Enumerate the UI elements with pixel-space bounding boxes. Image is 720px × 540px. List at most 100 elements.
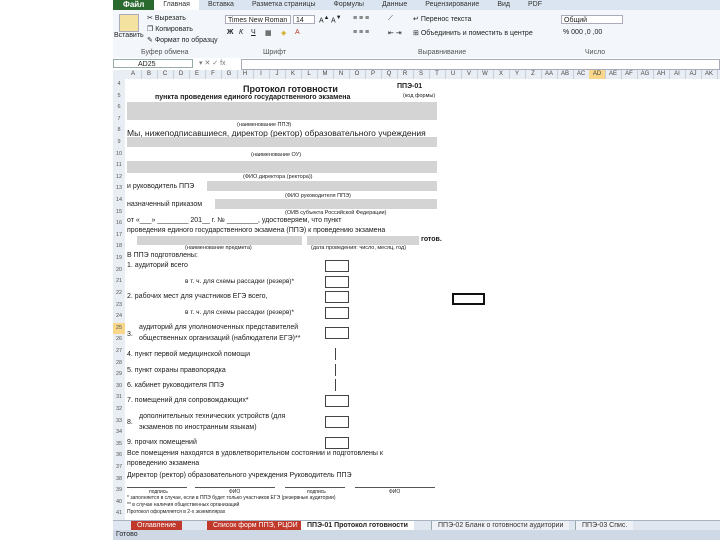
- row-header[interactable]: 23: [113, 300, 125, 312]
- paste-button[interactable]: Вставить: [114, 32, 144, 39]
- fill-color-icon[interactable]: ◈: [281, 29, 286, 37]
- column-header[interactable]: AD: [589, 70, 606, 79]
- percent-icon[interactable]: % 000 ,0 ,00: [563, 29, 602, 36]
- column-header[interactable]: A: [125, 70, 142, 79]
- paste-icon[interactable]: [119, 14, 139, 32]
- director-name-field[interactable]: [127, 161, 437, 173]
- row-header[interactable]: 33: [113, 416, 125, 428]
- item-9-count[interactable]: [325, 437, 349, 449]
- item-7-count[interactable]: [325, 395, 349, 407]
- item-2-count[interactable]: [325, 291, 349, 303]
- row-header[interactable]: 35: [113, 439, 125, 451]
- row-header[interactable]: 15: [113, 207, 125, 219]
- row-header[interactable]: 31: [113, 392, 125, 404]
- signature-line-4[interactable]: [355, 487, 435, 488]
- row-header[interactable]: 39: [113, 485, 125, 497]
- item-4-check[interactable]: [335, 348, 336, 360]
- column-header[interactable]: AH: [653, 70, 670, 79]
- column-header[interactable]: S: [413, 70, 430, 79]
- row-header[interactable]: 12: [113, 172, 125, 184]
- item-2a-count[interactable]: [325, 307, 349, 319]
- row-header[interactable]: 24: [113, 311, 125, 323]
- signature-line-2[interactable]: [195, 487, 275, 488]
- fx-icon[interactable]: ▾ ✕ ✓ fx: [199, 59, 226, 67]
- format-painter-button[interactable]: ✎ Формат по образцу: [147, 36, 218, 44]
- column-header[interactable]: AG: [637, 70, 654, 79]
- item-3-count[interactable]: [325, 327, 349, 339]
- tab-formulas[interactable]: Формулы: [324, 0, 372, 10]
- column-header[interactable]: E: [189, 70, 206, 79]
- row-header[interactable]: 14: [113, 195, 125, 207]
- column-header[interactable]: Z: [525, 70, 542, 79]
- row-header[interactable]: 27: [113, 346, 125, 358]
- column-header[interactable]: AB: [557, 70, 574, 79]
- column-header[interactable]: W: [477, 70, 494, 79]
- row-header[interactable]: 40: [113, 497, 125, 509]
- order-field[interactable]: [215, 199, 437, 209]
- row-header[interactable]: 17: [113, 230, 125, 242]
- indent-icon[interactable]: ⇤ ⇥: [388, 29, 402, 37]
- column-header[interactable]: J: [269, 70, 286, 79]
- row-header[interactable]: 20: [113, 265, 125, 277]
- exam-date-field[interactable]: [307, 236, 419, 245]
- row-header[interactable]: 6: [113, 102, 125, 114]
- column-header[interactable]: P: [365, 70, 382, 79]
- column-header[interactable]: D: [173, 70, 190, 79]
- column-header[interactable]: K: [285, 70, 302, 79]
- worksheet[interactable]: Протокол готовности ППЭ-01 пункта провед…: [125, 79, 720, 520]
- column-header[interactable]: O: [349, 70, 366, 79]
- tab-review[interactable]: Рецензирование: [416, 0, 488, 10]
- column-header[interactable]: AJ: [685, 70, 702, 79]
- tab-file[interactable]: Файл: [113, 0, 155, 10]
- column-header[interactable]: H: [237, 70, 254, 79]
- row-header[interactable]: 41: [113, 508, 125, 520]
- column-header[interactable]: Y: [509, 70, 526, 79]
- column-header[interactable]: R: [397, 70, 414, 79]
- column-header[interactable]: AI: [669, 70, 686, 79]
- row-header[interactable]: 5: [113, 91, 125, 103]
- row-header[interactable]: 29: [113, 369, 125, 381]
- item-5-check[interactable]: [335, 364, 336, 376]
- formula-input[interactable]: [241, 59, 720, 70]
- row-header[interactable]: 25: [113, 322, 125, 335]
- cut-button[interactable]: ✂ Вырезать: [147, 14, 186, 22]
- subject-field[interactable]: [137, 236, 302, 245]
- column-header[interactable]: G: [221, 70, 238, 79]
- orientation-icon[interactable]: ⟋: [388, 15, 393, 23]
- column-header[interactable]: F: [205, 70, 222, 79]
- row-header[interactable]: 30: [113, 381, 125, 393]
- row-header[interactable]: 8: [113, 125, 125, 137]
- column-header[interactable]: T: [429, 70, 446, 79]
- row-header[interactable]: 16: [113, 218, 125, 230]
- row-header[interactable]: 34: [113, 427, 125, 439]
- column-header[interactable]: Q: [381, 70, 398, 79]
- tab-page-layout[interactable]: Разметка страницы: [243, 0, 325, 10]
- merge-center-button[interactable]: ⊞ Объединить и поместить в центре: [413, 29, 533, 37]
- tab-view[interactable]: Вид: [488, 0, 519, 10]
- row-header[interactable]: 18: [113, 241, 125, 253]
- column-header[interactable]: X: [493, 70, 510, 79]
- column-header[interactable]: L: [301, 70, 318, 79]
- name-box[interactable]: AD25: [113, 59, 193, 68]
- row-header[interactable]: 26: [113, 334, 125, 346]
- item-1a-count[interactable]: [325, 276, 349, 288]
- column-header[interactable]: AF: [621, 70, 638, 79]
- column-header[interactable]: B: [141, 70, 158, 79]
- tab-data[interactable]: Данные: [373, 0, 416, 10]
- column-header[interactable]: U: [445, 70, 462, 79]
- align-left-icon[interactable]: ≡ ≡ ≡: [353, 29, 369, 36]
- head-ppe-field[interactable]: [207, 181, 437, 191]
- item-1-count[interactable]: [325, 260, 349, 272]
- column-header[interactable]: AK: [701, 70, 718, 79]
- underline-icon[interactable]: Ч: [251, 29, 256, 36]
- column-header[interactable]: M: [317, 70, 334, 79]
- font-grow-icon[interactable]: A▲ A▼: [319, 15, 341, 24]
- row-header[interactable]: 28: [113, 358, 125, 370]
- borders-icon[interactable]: ▦: [265, 29, 272, 37]
- row-header[interactable]: 21: [113, 276, 125, 288]
- column-header[interactable]: AA: [541, 70, 558, 79]
- font-size-select[interactable]: 14: [293, 15, 315, 24]
- row-header[interactable]: 36: [113, 450, 125, 462]
- row-header[interactable]: 38: [113, 474, 125, 486]
- row-header[interactable]: 7: [113, 114, 125, 126]
